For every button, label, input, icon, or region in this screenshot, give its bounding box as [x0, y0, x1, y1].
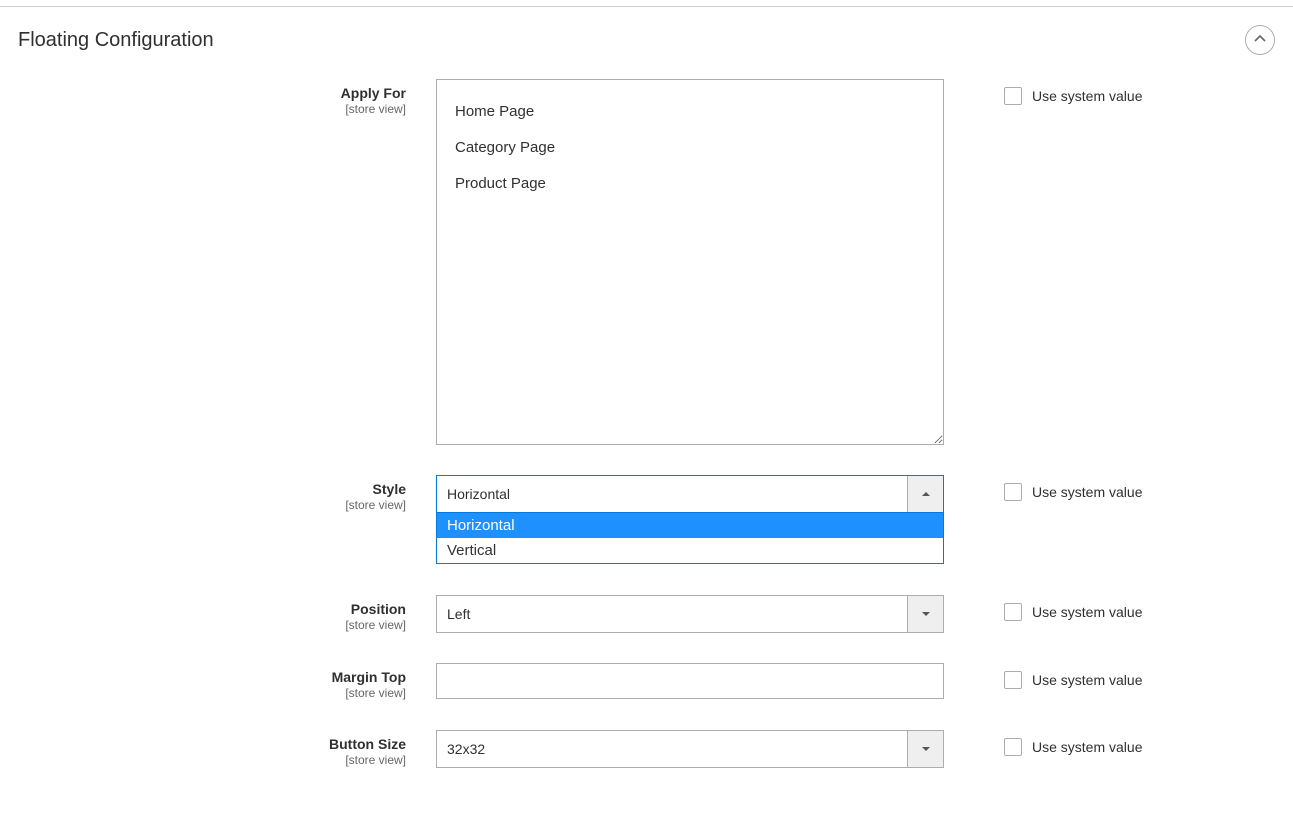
apply-for-use-system-label[interactable]: Use system value — [1032, 88, 1142, 104]
collapse-toggle-button[interactable] — [1245, 25, 1275, 55]
style-option-vertical[interactable]: Vertical — [437, 538, 943, 563]
margin-top-scope: [store view] — [18, 686, 406, 700]
position-scope: [store view] — [18, 618, 406, 632]
apply-for-multiselect[interactable]: Home Page Category Page Product Page — [436, 79, 944, 445]
triangle-down-icon — [921, 741, 931, 757]
extras-col: Use system value — [944, 663, 1142, 689]
control-col: Home Page Category Page Product Page — [436, 79, 944, 445]
style-use-system-label[interactable]: Use system value — [1032, 484, 1142, 500]
button-size-select-value: 32x32 — [437, 731, 907, 767]
position-select[interactable]: Left — [436, 595, 944, 633]
control-col — [436, 663, 944, 699]
button-size-select[interactable]: 32x32 — [436, 730, 944, 768]
row-position: Position [store view] Left Use system va… — [18, 595, 1275, 633]
row-style: Style [store view] Horizontal Horizontal… — [18, 475, 1275, 513]
style-select[interactable]: Horizontal — [436, 475, 944, 513]
chevron-up-icon — [1254, 32, 1266, 48]
apply-for-option[interactable]: Category Page — [437, 130, 943, 166]
margin-top-use-system-label[interactable]: Use system value — [1032, 672, 1142, 688]
control-col: Left — [436, 595, 944, 633]
triangle-up-icon — [921, 486, 931, 502]
row-margin-top: Margin Top [store view] Use system value — [18, 663, 1275, 700]
button-size-select-arrow[interactable] — [907, 731, 943, 767]
position-use-system-checkbox[interactable] — [1004, 603, 1022, 621]
row-button-size: Button Size [store view] 32x32 Use syste… — [18, 730, 1275, 768]
style-label: Style — [18, 481, 406, 498]
position-select-value: Left — [437, 596, 907, 632]
margin-top-use-system-checkbox[interactable] — [1004, 671, 1022, 689]
extras-col: Use system value — [944, 79, 1142, 105]
button-size-scope: [store view] — [18, 753, 406, 767]
label-col: Style [store view] — [18, 475, 436, 512]
extras-col: Use system value — [944, 730, 1142, 756]
style-select-value: Horizontal — [437, 476, 907, 512]
row-apply-for: Apply For [store view] Home Page Categor… — [18, 79, 1275, 445]
style-select-wrap: Horizontal Horizontal Vertical — [436, 475, 944, 513]
top-divider — [0, 6, 1293, 7]
apply-for-label: Apply For — [18, 85, 406, 102]
control-col: 32x32 — [436, 730, 944, 768]
margin-top-label: Margin Top — [18, 669, 406, 686]
button-size-label: Button Size — [18, 736, 406, 753]
extras-col: Use system value — [944, 475, 1142, 501]
triangle-down-icon — [921, 606, 931, 622]
form-rows: Apply For [store view] Home Page Categor… — [0, 79, 1293, 788]
style-scope: [store view] — [18, 498, 406, 512]
apply-for-option[interactable]: Product Page — [437, 166, 943, 202]
style-use-system-checkbox[interactable] — [1004, 483, 1022, 501]
apply-for-option[interactable]: Home Page — [437, 94, 943, 130]
control-col: Horizontal Horizontal Vertical — [436, 475, 944, 513]
button-size-use-system-checkbox[interactable] — [1004, 738, 1022, 756]
position-label: Position — [18, 601, 406, 618]
label-col: Position [store view] — [18, 595, 436, 632]
margin-top-input[interactable] — [436, 663, 944, 699]
section-title: Floating Configuration — [18, 29, 214, 52]
style-dropdown: Horizontal Vertical — [436, 513, 944, 564]
label-col: Apply For [store view] — [18, 79, 436, 116]
row-gap — [18, 565, 1275, 595]
style-option-horizontal[interactable]: Horizontal — [437, 513, 943, 538]
extras-col: Use system value — [944, 595, 1142, 621]
label-col: Margin Top [store view] — [18, 663, 436, 700]
apply-for-scope: [store view] — [18, 102, 406, 116]
label-col: Button Size [store view] — [18, 730, 436, 767]
position-use-system-label[interactable]: Use system value — [1032, 604, 1142, 620]
style-select-arrow[interactable] — [907, 476, 943, 512]
section-header: Floating Configuration — [0, 25, 1293, 79]
button-size-use-system-label[interactable]: Use system value — [1032, 739, 1142, 755]
position-select-arrow[interactable] — [907, 596, 943, 632]
apply-for-use-system-checkbox[interactable] — [1004, 87, 1022, 105]
